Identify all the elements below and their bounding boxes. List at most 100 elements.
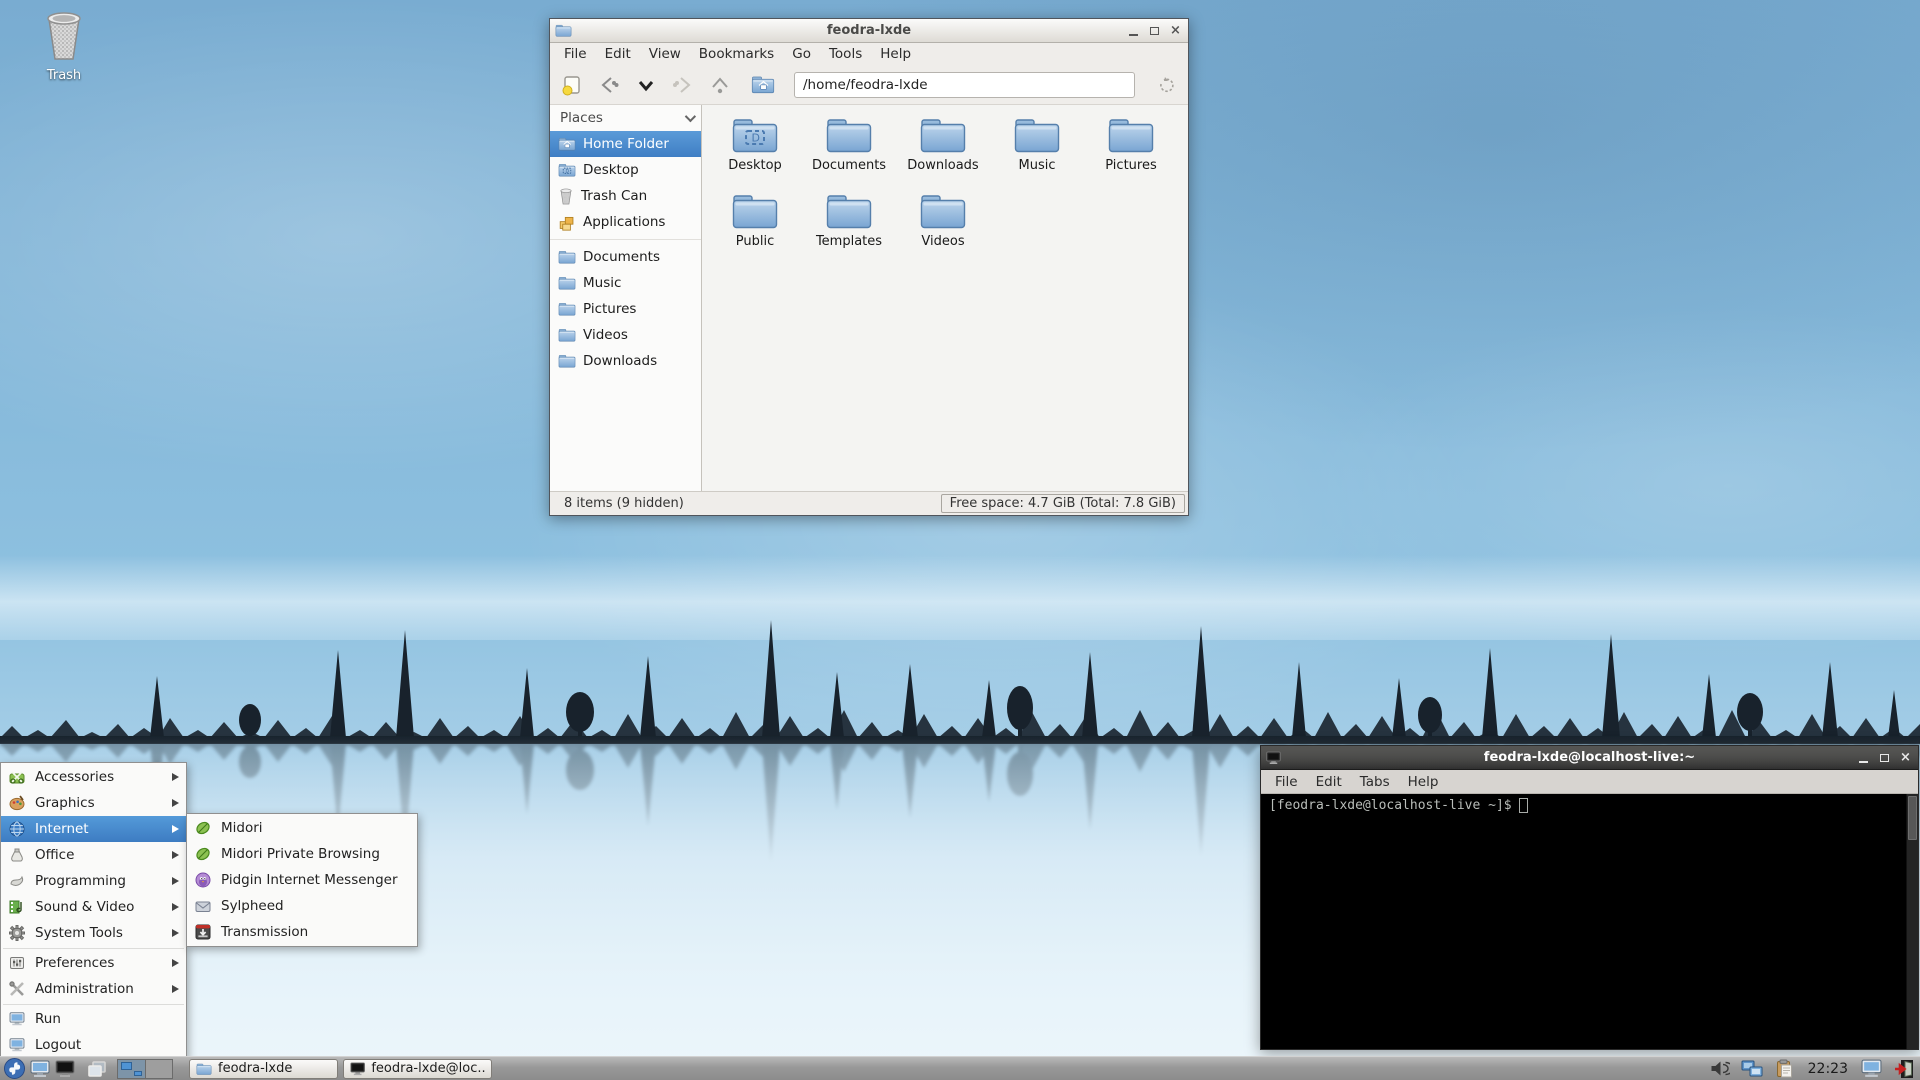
menu-item-system-tools[interactable]: System Tools xyxy=(1,920,186,946)
menu-item-graphics[interactable]: Graphics xyxy=(1,790,186,816)
folder-icon xyxy=(558,327,576,343)
minimize-icon[interactable] xyxy=(1858,752,1869,763)
place-downloads[interactable]: Downloads xyxy=(550,348,701,374)
logout-monitor-icon xyxy=(8,1037,25,1054)
fm-menu-help[interactable]: Help xyxy=(871,46,920,62)
terminal-content[interactable]: [feodra-lxde@localhost-live ~]$ xyxy=(1261,794,1918,1049)
place-trash-can[interactable]: Trash Can xyxy=(550,183,701,209)
internet-globe-icon xyxy=(8,821,25,838)
terminal-menu-file[interactable]: File xyxy=(1266,774,1307,790)
fm-menu-edit[interactable]: Edit xyxy=(596,46,640,62)
desktop-launcher-icon[interactable] xyxy=(28,1058,51,1080)
submenu-arrow-icon xyxy=(172,799,179,807)
home-icon[interactable] xyxy=(751,73,775,97)
terminal-menu-edit[interactable]: Edit xyxy=(1307,774,1351,790)
fm-titlebar[interactable]: feodra-lxde × xyxy=(550,19,1188,43)
forward-icon[interactable] xyxy=(671,73,695,97)
menu-item-preferences[interactable]: Preferences xyxy=(1,950,186,976)
terminal-titlebar[interactable]: feodra-lxde@localhost-live:~ × xyxy=(1261,746,1918,770)
close-icon[interactable]: × xyxy=(1170,24,1181,37)
sidebar-separator xyxy=(550,235,701,240)
place-applications[interactable]: Applications xyxy=(550,209,701,235)
terminal-menu-tabs[interactable]: Tabs xyxy=(1351,774,1399,790)
jump-to-icon[interactable] xyxy=(1154,73,1178,97)
task-button-terminal[interactable]: feodra-lxde@loc... xyxy=(343,1058,492,1079)
submenu-arrow-icon xyxy=(172,851,179,859)
fm-menu-file[interactable]: File xyxy=(555,46,596,62)
terminal-scrollbar[interactable] xyxy=(1906,794,1918,1049)
pager-window xyxy=(134,1070,142,1076)
close-icon[interactable]: × xyxy=(1900,751,1911,764)
submenu-item-midori-private[interactable]: Midori Private Browsing xyxy=(187,841,417,867)
folder-icon xyxy=(1107,115,1155,155)
folder-icon xyxy=(558,301,576,317)
menu-item-accessories[interactable]: Accessories xyxy=(1,764,186,790)
workspace-1[interactable] xyxy=(118,1059,145,1078)
menu-item-administration[interactable]: Administration xyxy=(1,976,186,1002)
menu-item-run[interactable]: Run xyxy=(1,1006,186,1032)
maximize-icon[interactable] xyxy=(1149,25,1160,36)
folder-item-documents[interactable]: Documents xyxy=(802,115,896,191)
places-header[interactable]: Places xyxy=(550,105,701,131)
submenu-arrow-icon xyxy=(172,959,179,967)
up-icon[interactable] xyxy=(708,73,732,97)
minimize-all-windows-icon[interactable] xyxy=(85,1058,108,1080)
place-music[interactable]: Music xyxy=(550,270,701,296)
volume-icon[interactable] xyxy=(1709,1058,1732,1080)
scrollbar-thumb[interactable] xyxy=(1908,796,1917,840)
fm-menu-view[interactable]: View xyxy=(640,46,690,62)
menu-item-office[interactable]: Office xyxy=(1,842,186,868)
folder-icon xyxy=(558,249,576,265)
submenu-item-midori[interactable]: Midori xyxy=(187,815,417,841)
fm-menu-bookmarks[interactable]: Bookmarks xyxy=(690,46,783,62)
place-documents[interactable]: Documents xyxy=(550,244,701,270)
menu-item-internet[interactable]: Internet xyxy=(1,816,186,842)
folder-item-pictures[interactable]: Pictures xyxy=(1084,115,1178,191)
place-home-folder[interactable]: Home Folder xyxy=(550,131,701,157)
terminal-launcher-icon[interactable] xyxy=(53,1058,76,1080)
taskbar: feodra-lxde feodra-lxde@loc... 22:23 xyxy=(0,1056,1920,1080)
applications-icon xyxy=(559,216,574,231)
menu-item-sound-video[interactable]: Sound & Video xyxy=(1,894,186,920)
maximize-icon[interactable] xyxy=(1879,752,1890,763)
submenu-item-pidgin[interactable]: Pidgin Internet Messenger xyxy=(187,867,417,893)
submenu-item-sylpheed[interactable]: Sylpheed xyxy=(187,893,417,919)
folder-item-public[interactable]: Public xyxy=(708,191,802,267)
home-folder-icon xyxy=(558,136,576,152)
place-desktop[interactable]: D Desktop xyxy=(550,157,701,183)
workspace-2[interactable] xyxy=(145,1059,172,1078)
network-icon[interactable] xyxy=(1741,1058,1764,1080)
fm-menu-go[interactable]: Go xyxy=(783,46,820,62)
fedora-menu-button[interactable] xyxy=(3,1058,26,1080)
folder-item-desktop[interactable]: D Desktop xyxy=(708,115,802,191)
items-count-status: 8 items (9 hidden) xyxy=(564,496,684,511)
place-videos[interactable]: Videos xyxy=(550,322,701,348)
terminal-menu-help[interactable]: Help xyxy=(1399,774,1448,790)
minimize-icon[interactable] xyxy=(1128,25,1139,36)
task-button-file-manager[interactable]: feodra-lxde xyxy=(189,1058,338,1079)
folder-icon xyxy=(919,115,967,155)
address-bar[interactable] xyxy=(794,71,1135,98)
back-icon[interactable] xyxy=(597,73,621,97)
folder-icon xyxy=(1013,115,1061,155)
place-pictures[interactable]: Pictures xyxy=(550,296,701,322)
history-dropdown-icon[interactable] xyxy=(634,73,658,97)
menu-item-logout[interactable]: Logout xyxy=(1,1032,186,1058)
fm-icon-view[interactable]: D Desktop Documents Downloads Music Pict… xyxy=(702,105,1188,491)
folder-item-videos[interactable]: Videos xyxy=(896,191,990,267)
trash-desktop-icon[interactable]: Trash xyxy=(28,10,100,83)
folder-item-templates[interactable]: Templates xyxy=(802,191,896,267)
logout-door-icon[interactable] xyxy=(1892,1058,1915,1080)
fm-menu-tools[interactable]: Tools xyxy=(820,46,871,62)
folder-item-downloads[interactable]: Downloads xyxy=(896,115,990,191)
screensaver-icon[interactable] xyxy=(1860,1058,1883,1080)
fm-statusbar: 8 items (9 hidden) Free space: 4.7 GiB (… xyxy=(550,491,1188,515)
taskbar-clock[interactable]: 22:23 xyxy=(1804,1061,1852,1077)
menu-item-programming[interactable]: Programming xyxy=(1,868,186,894)
workspace-pager[interactable] xyxy=(117,1058,173,1079)
folder-item-music[interactable]: Music xyxy=(990,115,1084,191)
submenu-item-transmission[interactable]: Transmission xyxy=(187,919,417,945)
new-tab-icon[interactable] xyxy=(560,73,584,97)
clipboard-icon[interactable] xyxy=(1773,1058,1796,1080)
folder-icon xyxy=(731,191,779,231)
